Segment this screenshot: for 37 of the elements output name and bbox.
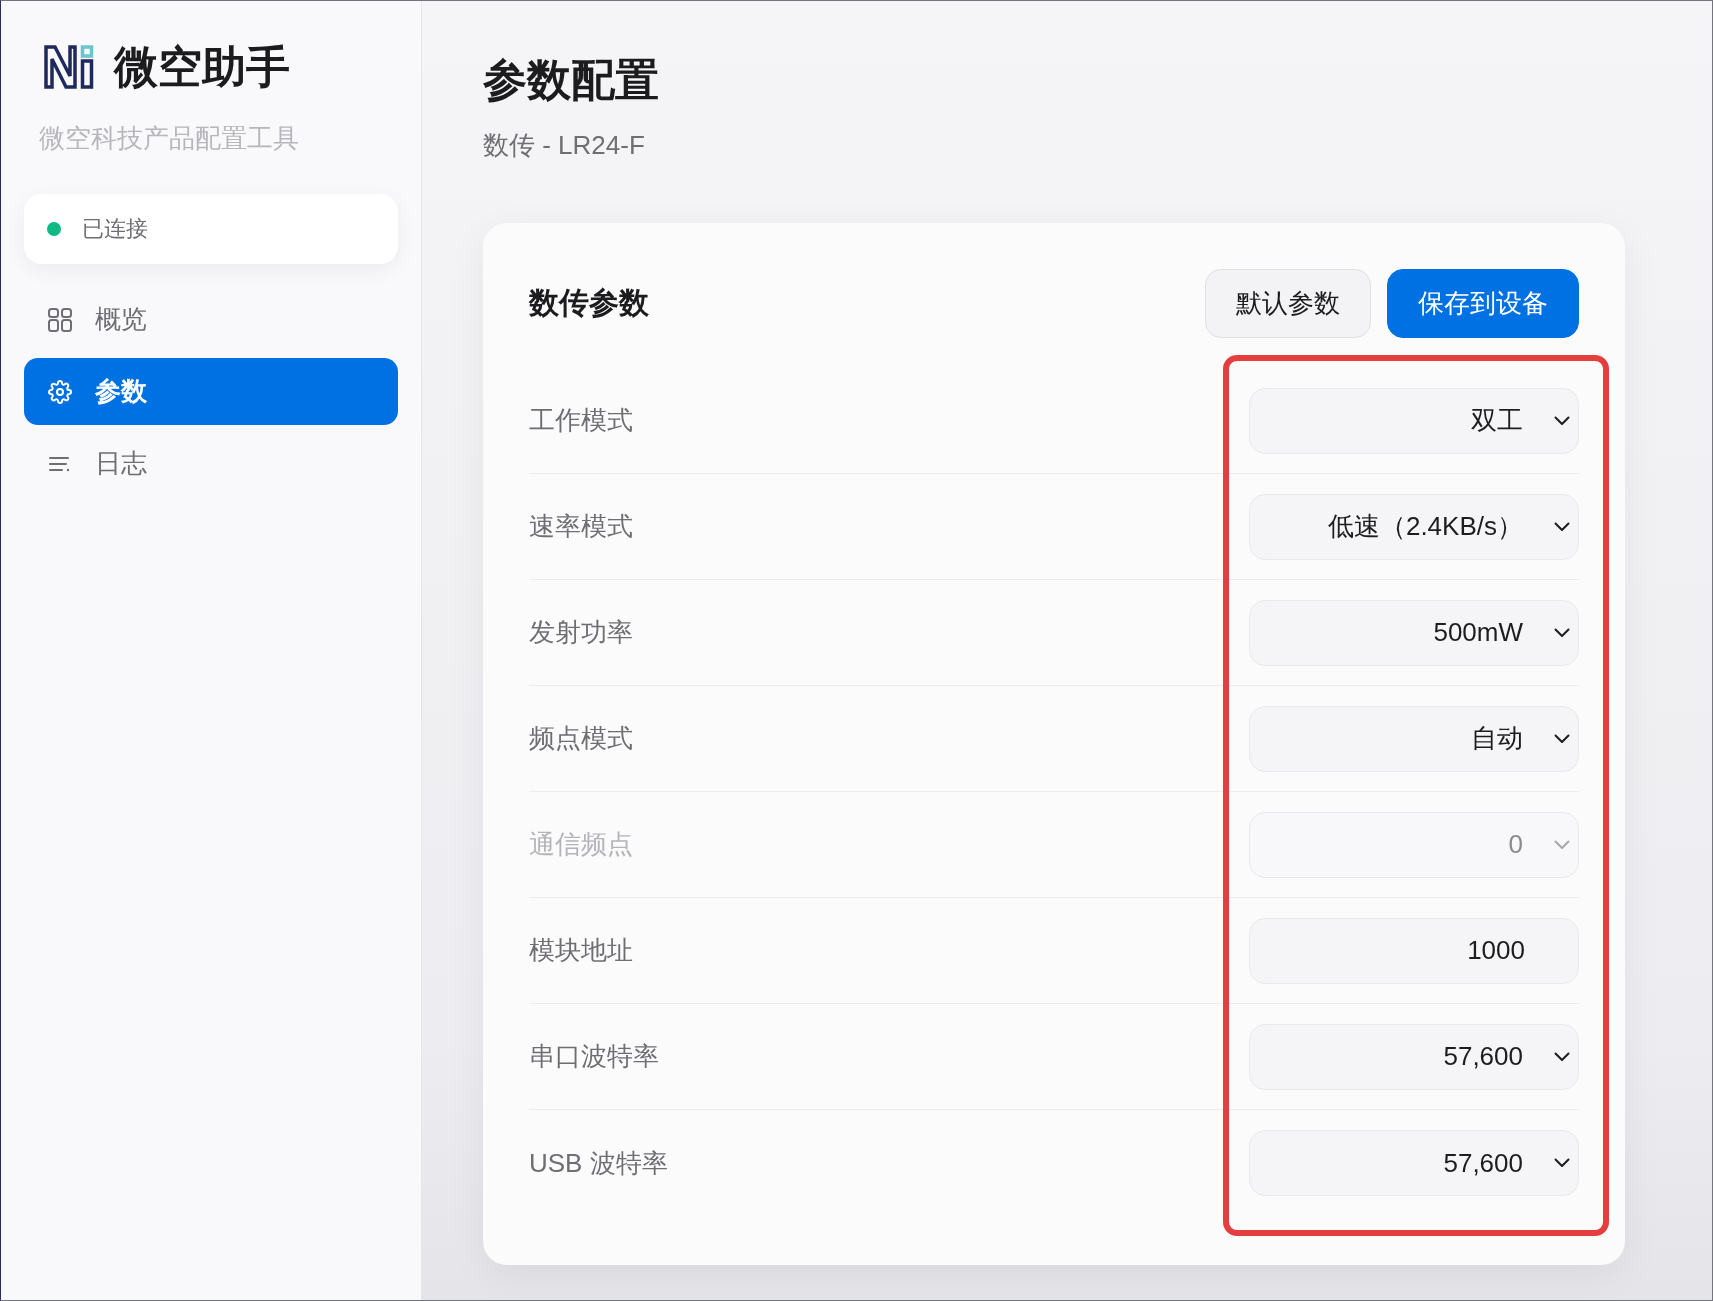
input-field[interactable]: 1000 bbox=[1249, 917, 1579, 984]
chevron-down-icon bbox=[1554, 415, 1570, 426]
field-label: 模块地址 bbox=[529, 934, 633, 967]
chevron-down-icon bbox=[1554, 733, 1570, 744]
app-tagline: 微空科技产品配置工具 bbox=[39, 122, 299, 155]
chevron-down-icon bbox=[1554, 627, 1570, 638]
dropdown[interactable]: 双工 bbox=[1249, 387, 1579, 454]
chevron-down-icon bbox=[1554, 1051, 1570, 1062]
chevron-down-icon bbox=[1554, 1158, 1570, 1168]
dropdown[interactable]: 500mW bbox=[1249, 599, 1579, 666]
field-label: 频点模式 bbox=[529, 722, 633, 755]
status-label: 已连接 bbox=[82, 215, 148, 243]
logo-icon bbox=[44, 45, 94, 89]
grid-icon bbox=[48, 307, 72, 332]
field-label: 速率模式 bbox=[529, 510, 633, 543]
save-button[interactable]: 保存到设备 bbox=[1387, 269, 1579, 338]
field-label: USB 波特率 bbox=[529, 1146, 668, 1180]
list-icon bbox=[49, 455, 71, 472]
chevron-down-icon bbox=[1554, 839, 1570, 850]
chevron-down-icon bbox=[1554, 521, 1570, 532]
field-label: 串口波特率 bbox=[529, 1040, 659, 1073]
page-subtitle: 数传 - LR24-F bbox=[483, 129, 645, 162]
nav-item[interactable]: 日志 bbox=[24, 430, 398, 497]
defaults-button[interactable]: 默认参数 bbox=[1205, 269, 1371, 338]
field-label: 通信频点 bbox=[529, 828, 633, 861]
dropdown[interactable]: 自动 bbox=[1249, 705, 1579, 772]
field-label: 工作模式 bbox=[529, 404, 633, 437]
page-title: 参数配置 bbox=[483, 54, 659, 106]
app-title: 微空助手 bbox=[114, 41, 290, 93]
dropdown[interactable]: 低速（2.4KB/s） bbox=[1249, 493, 1579, 560]
panel-title: 数传参数 bbox=[529, 285, 649, 321]
nav-item[interactable]: 参数 bbox=[24, 358, 398, 425]
dropdown[interactable]: 57,600 bbox=[1249, 1130, 1579, 1196]
settings-icon bbox=[48, 379, 72, 404]
nav-item[interactable]: 概览 bbox=[24, 286, 398, 353]
dropdown[interactable]: 57,600 bbox=[1249, 1023, 1579, 1090]
field-label: 发射功率 bbox=[529, 616, 633, 649]
